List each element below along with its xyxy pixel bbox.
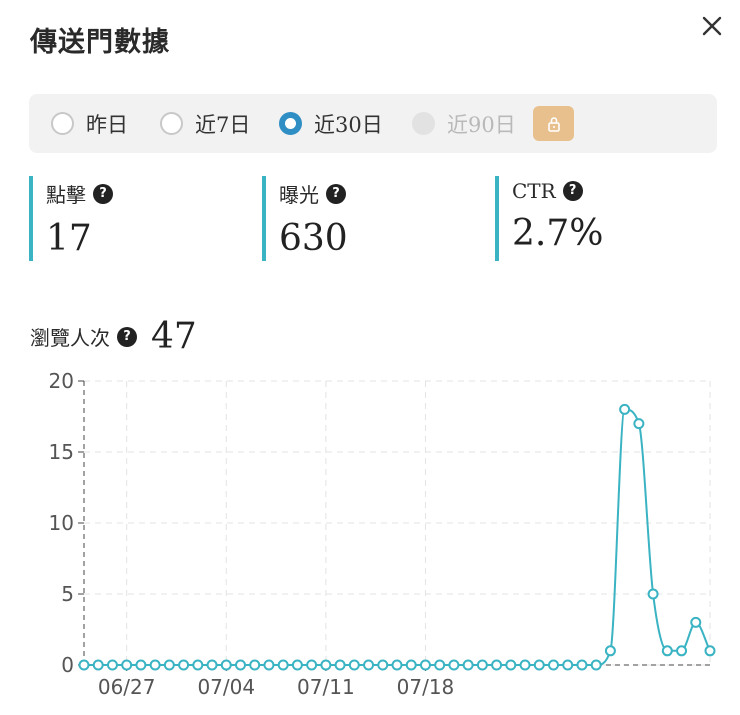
data-point	[348, 659, 360, 671]
data-point	[576, 659, 588, 671]
data-point	[633, 418, 645, 430]
data-point	[405, 659, 417, 671]
dialog-title: 傳送門數據	[30, 27, 170, 58]
x-tick-label: 06/27	[98, 675, 156, 699]
data-point	[192, 659, 204, 671]
series-line	[84, 408, 711, 666]
radio-disabled-icon	[412, 112, 435, 135]
y-tick-label: 0	[61, 653, 74, 677]
x-tick-label: 07/04	[197, 675, 255, 699]
range-option-label: 昨日	[86, 112, 128, 137]
range-option-label: 近30日	[314, 112, 383, 137]
help-icon[interactable]: ?	[562, 181, 583, 201]
data-point	[306, 659, 318, 671]
close-icon[interactable]	[698, 12, 726, 40]
range-option-label: 近7日	[195, 112, 251, 137]
help-icon[interactable]: ?	[93, 183, 113, 204]
data-point	[263, 659, 275, 671]
stat-value: 630	[279, 218, 348, 259]
data-point	[647, 588, 659, 600]
radio-icon	[51, 112, 74, 135]
y-tick-label: 5	[61, 582, 74, 606]
data-point	[434, 659, 446, 671]
data-point	[220, 659, 232, 671]
data-point	[391, 659, 403, 671]
data-point	[448, 659, 460, 671]
data-point	[206, 659, 218, 671]
lock-icon[interactable]	[533, 106, 574, 141]
help-icon[interactable]: ?	[117, 326, 137, 347]
data-point	[78, 659, 90, 671]
data-point	[277, 659, 289, 671]
radio-icon	[160, 112, 183, 135]
date-range-selector: 昨日 近7日 近30日 近90日	[29, 94, 717, 153]
y-tick-label: 15	[49, 440, 74, 464]
range-option-label: 近90日	[447, 112, 516, 137]
radio-checked-icon	[279, 112, 302, 135]
data-point	[377, 659, 389, 671]
y-tick-label: 20	[49, 370, 74, 393]
data-point	[363, 659, 375, 671]
data-point	[505, 659, 517, 671]
views-value: 47	[151, 316, 197, 357]
data-point	[604, 645, 616, 657]
data-point	[590, 659, 602, 671]
data-point	[661, 645, 673, 657]
data-point	[419, 659, 431, 671]
page-views-summary: 瀏覽人次 ? 47	[30, 316, 197, 357]
stat-label: 曝光	[279, 183, 319, 207]
data-point	[178, 659, 190, 671]
data-point	[704, 645, 716, 657]
data-point	[334, 659, 346, 671]
chart-svg: 0 5 10 15 20 06/27 07/04 07/11 07/18	[49, 369, 716, 699]
stat-value: 2.7%	[512, 213, 604, 254]
range-option-7-days[interactable]: 近7日	[160, 94, 250, 153]
data-point	[235, 659, 246, 671]
data-point	[163, 659, 175, 671]
data-point	[619, 403, 631, 415]
stat-impressions: 曝光 ? 630	[262, 176, 472, 261]
stat-label: 點擊	[46, 183, 86, 207]
range-option-30-days[interactable]: 近30日	[279, 94, 383, 153]
data-point	[519, 659, 531, 671]
data-point	[121, 659, 133, 671]
stat-clicks: 點擊 ? 17	[29, 176, 239, 261]
data-point	[676, 645, 688, 657]
data-point	[92, 659, 104, 671]
stat-label: CTR	[512, 179, 556, 203]
x-tick-label: 07/18	[397, 675, 455, 699]
data-point	[562, 659, 574, 671]
y-tick-label: 10	[49, 511, 74, 535]
help-icon[interactable]: ?	[326, 183, 346, 204]
views-line-chart: 0 5 10 15 20 06/27 07/04 07/11 07/18	[0, 369, 740, 714]
data-point	[291, 659, 303, 671]
data-point	[249, 659, 261, 671]
stat-ctr: CTR ? 2.7%	[495, 176, 705, 261]
data-point	[476, 659, 488, 671]
data-point	[690, 616, 702, 628]
data-point	[106, 659, 118, 671]
data-point	[462, 659, 474, 671]
range-option-90-days: 近90日	[412, 94, 516, 153]
data-point	[135, 659, 147, 671]
data-point	[548, 659, 559, 671]
data-point	[491, 659, 503, 671]
range-option-yesterday[interactable]: 昨日	[51, 94, 128, 153]
stat-value: 17	[46, 218, 92, 259]
data-point	[320, 659, 332, 671]
data-point	[533, 659, 545, 671]
data-point	[149, 659, 161, 671]
views-label: 瀏覽人次	[30, 326, 110, 350]
x-tick-label: 07/11	[297, 675, 355, 699]
